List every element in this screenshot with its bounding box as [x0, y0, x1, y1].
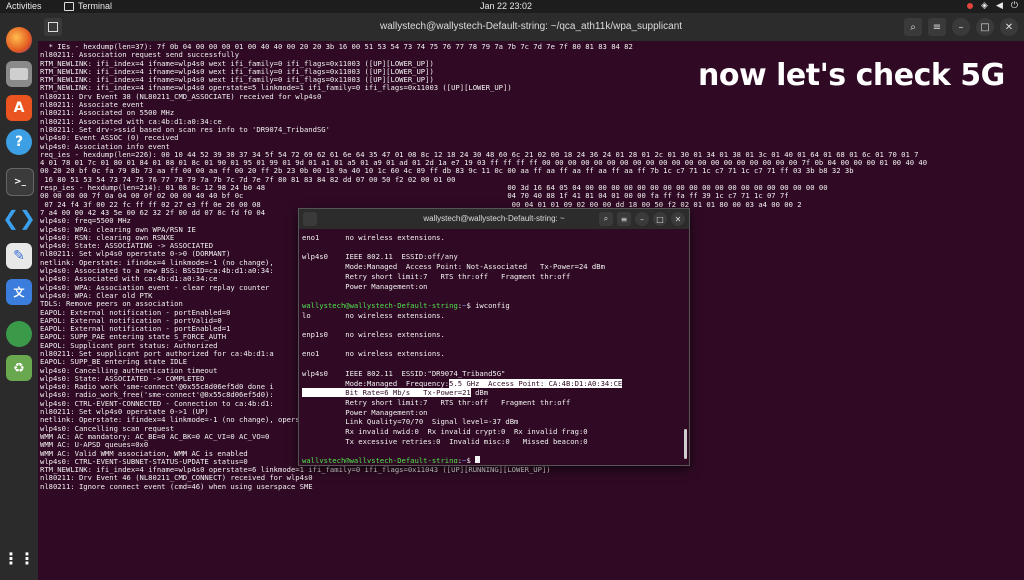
terminal-header: wallystech@wallystech-Default-string: ~/…: [38, 13, 1024, 41]
terminal-line: Power Management:on: [345, 407, 428, 417]
vscode-icon[interactable]: ❮❯: [2, 205, 36, 231]
network-icon: ◈: [981, 0, 988, 10]
settings-icon[interactable]: [6, 321, 32, 347]
scrollbar[interactable]: [684, 429, 687, 459]
close-button[interactable]: ✕: [1000, 18, 1018, 36]
prompt-user: wallystech@wallystech-Default-string: [302, 300, 458, 310]
minimize-icon: –: [958, 21, 964, 33]
highlighted-bitrate: Bit Rate=6 Mb/s Tx-Power=21: [302, 388, 471, 398]
terminal-line: lo no wireless extensions.: [302, 310, 445, 320]
output-block-top: eno1 no wireless extensions. wlp4s0 IEEE…: [302, 233, 605, 291]
volume-icon: ◀: [995, 0, 1003, 10]
terminal-line: eno1 no wireless extensions.: [302, 233, 445, 242]
activities-button[interactable]: Activities: [6, 1, 42, 11]
files-icon[interactable]: [6, 61, 32, 87]
terminal-line: Link Quality=70/70 Signal level=-37 dBm: [345, 417, 519, 427]
second-maximize-button[interactable]: □: [653, 212, 667, 226]
second-terminal-output[interactable]: eno1 no wireless extensions. wlp4s0 IEEE…: [302, 233, 682, 463]
dock: A ? >_ ❮❯ ✎ 文 ♻ ⋮⋮: [0, 13, 38, 580]
close-icon: ✕: [1004, 21, 1014, 33]
maximize-icon: □: [656, 214, 664, 224]
second-close-button[interactable]: ✕: [671, 212, 685, 226]
second-terminal-header: wallystech@wallystech-Default-string: ~ …: [299, 209, 689, 229]
terminal-line: Retry short limit:7 RTS thr:off Fragment…: [345, 397, 571, 407]
record-icon: [967, 2, 974, 9]
firefox-icon[interactable]: [6, 27, 32, 53]
top-bar: Activities Terminal Jan 22 23:02 ◈ ◀ ⏻: [0, 0, 1024, 13]
terminal-line: Retry short limit:7 RTS thr:off Fragment…: [345, 271, 571, 281]
terminal-title: wallystech@wallystech-Default-string: ~/…: [379, 21, 683, 32]
second-minimize-button[interactable]: –: [635, 212, 649, 226]
software-center-icon[interactable]: A: [6, 95, 32, 121]
terminal-line: eno1 no wireless extensions.: [302, 349, 445, 359]
highlighted-frequency: 5.5 GHz Access Point: CA:4B:D1:A0:34:CE: [449, 378, 623, 388]
power-icon: ⏻: [1010, 0, 1018, 10]
output-block-bottom: Retry short limit:7 RTS thr:off Fragment…: [302, 397, 588, 446]
search-icon: ⌕: [910, 21, 916, 33]
terminal-app-icon: [64, 1, 74, 11]
second-search-button[interactable]: ⌕: [599, 212, 613, 226]
terminal-line: Rx invalid nwid:0 Rx invalid crypt:0 Rx …: [345, 427, 588, 437]
prompt-path-2: ~: [462, 456, 467, 463]
clock[interactable]: Jan 22 23:02: [480, 1, 532, 11]
menu-button[interactable]: ≡: [928, 18, 946, 36]
maximize-button[interactable]: □: [976, 18, 994, 36]
terminal-icon[interactable]: >_: [6, 168, 34, 196]
second-terminal-window: wallystech@wallystech-Default-string: ~ …: [298, 208, 690, 466]
terminal-line: Tx excessive retries:0 Invalid misc:0 Mi…: [345, 436, 588, 446]
minimize-icon: –: [640, 214, 644, 224]
terminal-line: wlp4s0 IEEE 802.11 ESSID:"DR9074_Triband…: [302, 368, 506, 378]
terminal-line: wlp4s0 IEEE 802.11 ESSID:off/any: [302, 252, 458, 262]
trash-icon[interactable]: ♻: [6, 355, 32, 381]
close-icon: ✕: [674, 214, 682, 224]
output-block-mid: lo no wireless extensions. enp1s0 no wir…: [302, 311, 505, 378]
typed-command: iwconfig: [475, 300, 510, 310]
maximize-icon: □: [980, 21, 990, 33]
hamburger-icon: ≡: [932, 21, 942, 33]
text-cursor: [475, 456, 481, 463]
terminal-line: Power Management:on: [345, 281, 428, 291]
terminal-line: nl80211: Ignore connect event (cmd=46) w…: [40, 481, 313, 491]
search-icon: ⌕: [603, 214, 609, 223]
help-icon[interactable]: ?: [6, 129, 32, 155]
search-button[interactable]: ⌕: [904, 18, 922, 36]
text-editor-icon[interactable]: ✎: [6, 243, 32, 269]
video-caption: now let's check 5G: [698, 58, 1005, 93]
apps-grid-icon[interactable]: ⋮⋮: [3, 545, 35, 571]
translate-icon[interactable]: 文: [6, 279, 32, 305]
prompt-user-2: wallystech@wallystech-Default-string: [302, 456, 458, 463]
bitrate-unit: dBm: [470, 388, 489, 398]
terminal-line: enp1s0 no wireless extensions.: [302, 330, 445, 340]
app-name: Terminal: [78, 1, 113, 11]
second-menu-button[interactable]: ≡: [617, 212, 631, 226]
hamburger-icon: ≡: [620, 214, 628, 224]
status-area[interactable]: ◈ ◀ ⏻: [967, 0, 1018, 11]
prompt-path: ~: [462, 300, 467, 310]
minimize-button[interactable]: –: [952, 18, 970, 36]
app-menu[interactable]: Terminal: [64, 1, 112, 11]
mode-freq-line: Mode:Managed Frequency:: [302, 378, 450, 388]
terminal-line: Mode:Managed Access Point: Not-Associate…: [345, 262, 605, 272]
